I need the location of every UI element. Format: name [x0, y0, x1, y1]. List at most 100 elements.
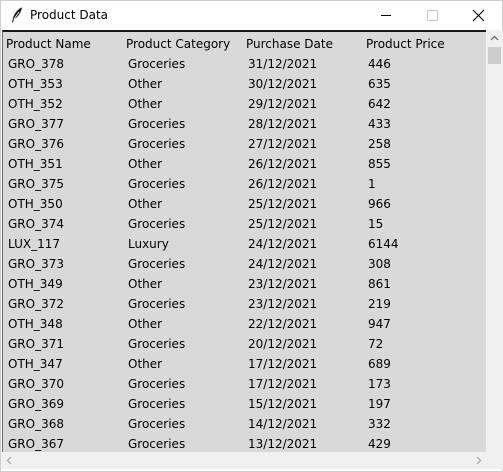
window-title: Product Data — [30, 8, 109, 22]
table-row[interactable]: GRO_375 Groceries 26/12/2021 1 — [3, 174, 486, 194]
chevron-up-icon — [490, 35, 499, 41]
cell-purchase-date: 27/12/2021 — [248, 137, 318, 151]
table-row[interactable]: GRO_369 Groceries 15/12/2021 197 — [3, 394, 486, 414]
close-icon — [472, 9, 485, 22]
table-row[interactable]: GRO_371 Groceries 20/12/2021 72 — [3, 334, 486, 354]
table-row[interactable]: GRO_367 Groceries 13/12/2021 429 — [3, 434, 486, 452]
cell-purchase-date: 31/12/2021 — [248, 57, 318, 71]
table-row[interactable]: GRO_374 Groceries 25/12/2021 15 — [3, 214, 486, 234]
cell-product-name: GRO_371 — [8, 337, 64, 351]
table-row[interactable]: GRO_377 Groceries 28/12/2021 433 — [3, 114, 486, 134]
scroll-left-button[interactable] — [1, 452, 18, 469]
cell-product-price: 429 — [368, 437, 391, 451]
cell-product-price: 861 — [368, 277, 391, 291]
table-row[interactable]: LUX_117 Luxury 24/12/2021 6144 — [3, 234, 486, 254]
cell-product-category: Groceries — [128, 437, 186, 451]
cell-purchase-date: 25/12/2021 — [248, 217, 318, 231]
maximize-icon — [427, 10, 438, 21]
vertical-scrollbar[interactable] — [486, 30, 503, 452]
table-row[interactable]: GRO_376 Groceries 27/12/2021 258 — [3, 134, 486, 154]
cell-product-price: 635 — [368, 77, 391, 91]
title-bar[interactable]: Product Data — [1, 1, 502, 30]
cell-product-name: GRO_374 — [8, 217, 64, 231]
table-header: Product Name Product Category Purchase D… — [3, 34, 486, 54]
table-row[interactable]: OTH_352 Other 29/12/2021 642 — [3, 94, 486, 114]
cell-product-price: 15 — [368, 217, 384, 231]
scroll-up-button[interactable] — [486, 30, 503, 47]
table-row[interactable]: OTH_347 Other 17/12/2021 689 — [3, 354, 486, 374]
table-row[interactable]: GRO_372 Groceries 23/12/2021 219 — [3, 294, 486, 314]
table-row[interactable]: OTH_349 Other 23/12/2021 861 — [3, 274, 486, 294]
cell-product-name: GRO_368 — [8, 417, 64, 431]
table-row[interactable]: GRO_373 Groceries 24/12/2021 308 — [3, 254, 486, 274]
cell-purchase-date: 15/12/2021 — [248, 397, 318, 411]
cell-product-name: GRO_375 — [8, 177, 64, 191]
cell-purchase-date: 24/12/2021 — [248, 257, 318, 271]
cell-product-name: OTH_349 — [8, 277, 63, 291]
cell-product-name: GRO_370 — [8, 377, 64, 391]
cell-product-price: 446 — [368, 57, 391, 71]
horizontal-scrollbar[interactable] — [1, 452, 487, 469]
cell-product-price: 308 — [368, 257, 391, 271]
cell-purchase-date: 28/12/2021 — [248, 117, 318, 131]
cell-product-category: Luxury — [128, 237, 169, 251]
scroll-right-button[interactable] — [470, 452, 487, 469]
cell-product-price: 855 — [368, 157, 391, 171]
cell-product-price: 6144 — [368, 237, 399, 251]
cell-product-category: Other — [128, 97, 163, 111]
table-row[interactable]: OTH_353 Other 30/12/2021 635 — [3, 74, 486, 94]
cell-product-name: OTH_347 — [8, 357, 63, 371]
cell-product-name: GRO_369 — [8, 397, 64, 411]
cell-product-category: Groceries — [128, 137, 186, 151]
cell-product-category: Groceries — [128, 377, 186, 391]
cell-product-price: 197 — [368, 397, 391, 411]
cell-product-price: 433 — [368, 117, 391, 131]
minimize-button[interactable] — [363, 1, 409, 30]
cell-product-name: OTH_353 — [8, 77, 63, 91]
cell-purchase-date: 14/12/2021 — [248, 417, 318, 431]
cell-product-category: Other — [128, 157, 163, 171]
cell-product-name: GRO_372 — [8, 297, 64, 311]
cell-purchase-date: 23/12/2021 — [248, 297, 318, 311]
table-row[interactable]: OTH_348 Other 22/12/2021 947 — [3, 314, 486, 334]
cell-purchase-date: 13/12/2021 — [248, 437, 318, 451]
cell-product-price: 72 — [368, 337, 384, 351]
header-product-price: Product Price — [366, 37, 445, 51]
cell-purchase-date: 26/12/2021 — [248, 157, 318, 171]
cell-purchase-date: 25/12/2021 — [248, 197, 318, 211]
cell-product-category: Groceries — [128, 117, 186, 131]
cell-product-price: 689 — [368, 357, 391, 371]
cell-product-name: GRO_376 — [8, 137, 64, 151]
cell-product-category: Groceries — [128, 217, 186, 231]
table-row[interactable]: OTH_351 Other 26/12/2021 855 — [3, 154, 486, 174]
table-row[interactable]: GRO_370 Groceries 17/12/2021 173 — [3, 374, 486, 394]
table-row[interactable]: OTH_350 Other 25/12/2021 966 — [3, 194, 486, 214]
cell-purchase-date: 23/12/2021 — [248, 277, 318, 291]
minimize-icon — [381, 15, 391, 16]
vertical-scroll-thumb[interactable] — [488, 47, 501, 64]
cell-purchase-date: 20/12/2021 — [248, 337, 318, 351]
cell-product-name: LUX_117 — [8, 237, 60, 251]
table-row[interactable]: GRO_368 Groceries 14/12/2021 332 — [3, 414, 486, 434]
cell-product-price: 219 — [368, 297, 391, 311]
close-button[interactable] — [455, 1, 501, 30]
cell-product-name: OTH_351 — [8, 157, 63, 171]
cell-purchase-date: 17/12/2021 — [248, 377, 318, 391]
cell-product-price: 332 — [368, 417, 391, 431]
cell-product-price: 642 — [368, 97, 391, 111]
cell-purchase-date: 26/12/2021 — [248, 177, 318, 191]
table-body: GRO_378 Groceries 31/12/2021 446 OTH_353… — [3, 54, 486, 452]
product-table[interactable]: Product Name Product Category Purchase D… — [2, 30, 486, 452]
cell-product-name: GRO_373 — [8, 257, 64, 271]
table-row[interactable]: GRO_378 Groceries 31/12/2021 446 — [3, 54, 486, 74]
cell-product-price: 966 — [368, 197, 391, 211]
cell-product-price: 947 — [368, 317, 391, 331]
cell-product-name: GRO_377 — [8, 117, 64, 131]
cell-product-category: Other — [128, 77, 163, 91]
header-product-name: Product Name — [6, 37, 91, 51]
maximize-button[interactable] — [409, 1, 455, 30]
cell-purchase-date: 17/12/2021 — [248, 357, 318, 371]
cell-purchase-date: 30/12/2021 — [248, 77, 318, 91]
cell-product-category: Other — [128, 317, 163, 331]
cell-purchase-date: 22/12/2021 — [248, 317, 318, 331]
